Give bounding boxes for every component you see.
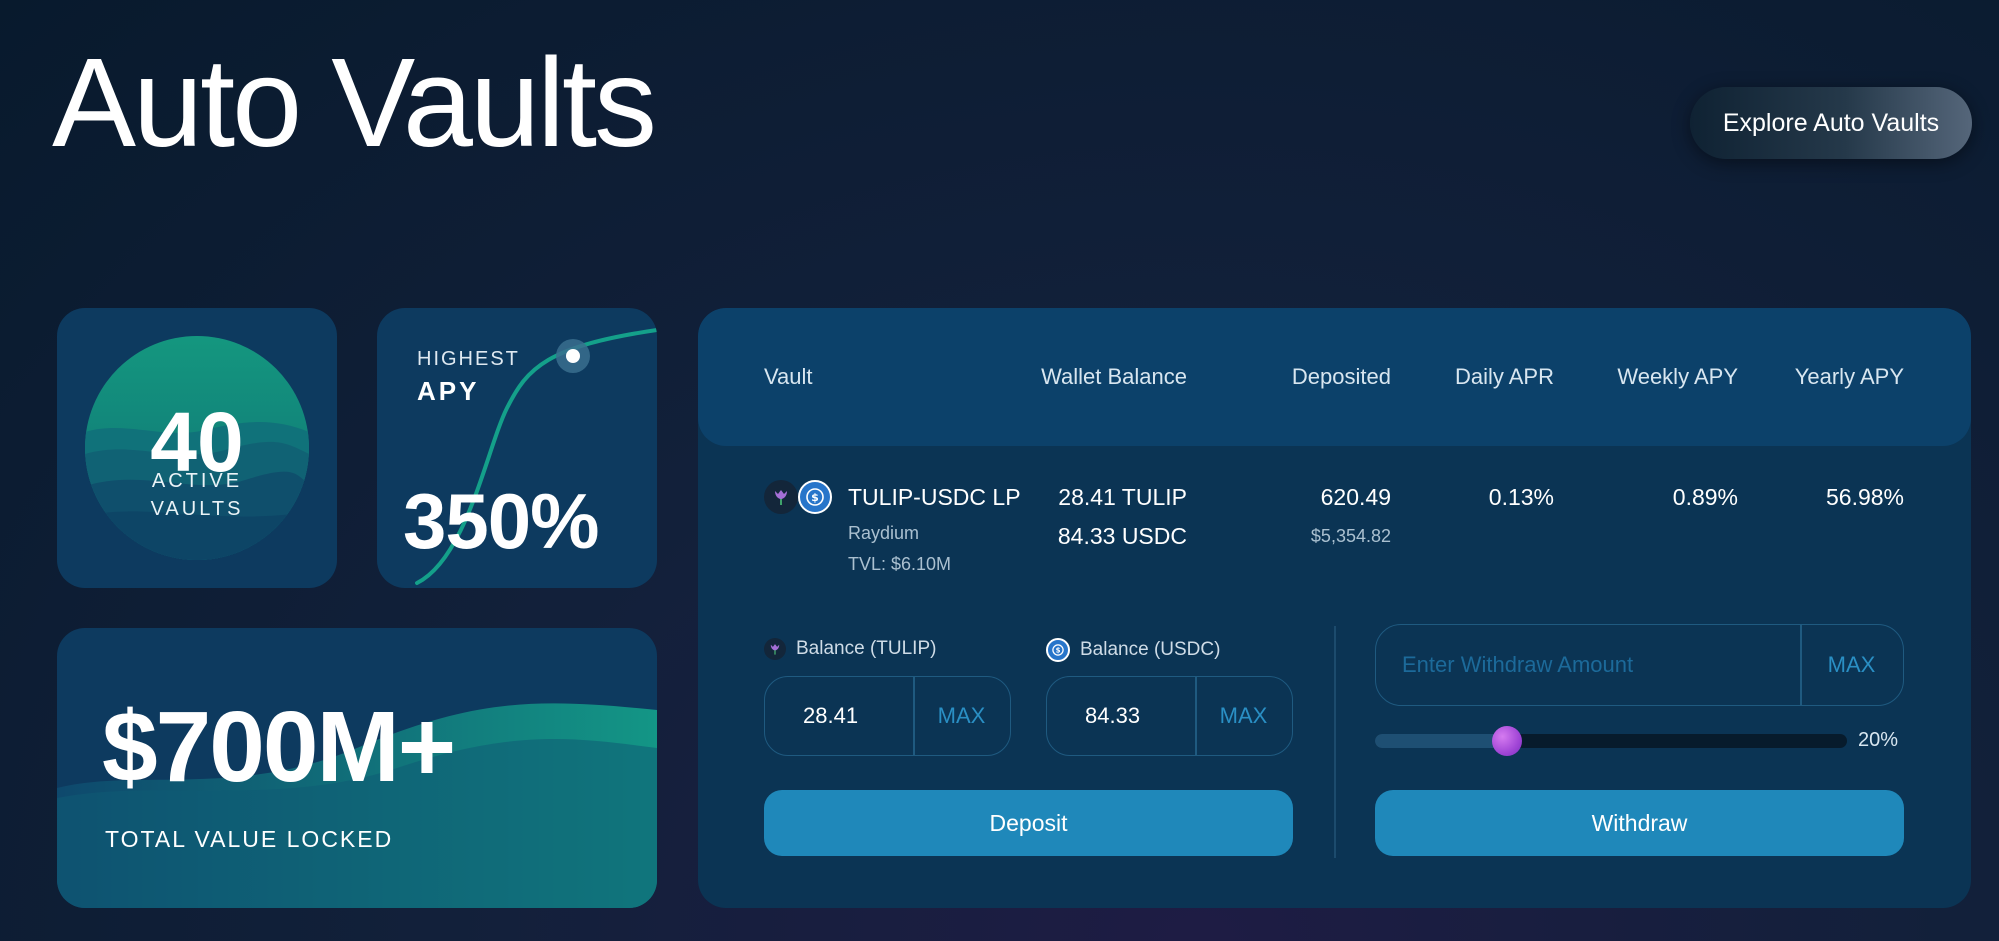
header-wallet-balance: Wallet Balance (1041, 364, 1187, 389)
deposited-value: 620.49 (1320, 484, 1391, 510)
wallet-balance-usdc: 84.33 USDC (1057, 523, 1187, 549)
weekly-apy-value: 0.89% (1672, 484, 1738, 510)
tvl-card: $700M+ TOTAL VALUE LOCKED (57, 628, 657, 908)
tulip-amount-value[interactable]: 28.41 (803, 703, 858, 729)
withdraw-amount-field[interactable]: Enter Withdraw Amount MAX (1375, 624, 1904, 706)
vault-token-icons: $ (764, 480, 838, 516)
deposit-button[interactable]: Deposit (764, 790, 1293, 856)
usdc-icon: $ (1046, 638, 1070, 662)
vault-platform: Raydium (848, 523, 920, 543)
tulip-icon (764, 638, 786, 660)
yearly-apy-value: 56.98% (1825, 484, 1904, 510)
tvl-label: TOTAL VALUE LOCKED (105, 826, 394, 852)
slider-percent: 20% (1858, 729, 1899, 751)
usdc-icon: $ (798, 480, 832, 514)
table-header: Vault Wallet Balance Deposited Daily APR… (698, 308, 1971, 446)
tulip-icon (764, 480, 798, 514)
slider-fill (1375, 734, 1508, 748)
svg-text:$: $ (811, 491, 819, 504)
header-daily-apr: Daily APR (1454, 364, 1554, 389)
apy-label: APY (417, 376, 480, 406)
withdraw-slider[interactable] (1375, 726, 1847, 756)
slider-handle[interactable] (1492, 726, 1523, 756)
tvl-value: $700M+ (102, 691, 456, 803)
vaults-circle-graphic: 40 ACTIVE VAULTS (85, 336, 309, 560)
highest-apy-card: HIGHEST APY 350% (377, 308, 657, 588)
usdc-max-button[interactable]: MAX (1195, 703, 1292, 729)
usdc-amount-field[interactable]: 84.33 MAX (1046, 676, 1293, 756)
header-yearly-apy: Yearly APY (1794, 364, 1904, 389)
header-vault: Vault (764, 364, 813, 389)
section-divider (1334, 626, 1336, 858)
header-deposited: Deposited (1291, 364, 1391, 389)
active-vaults-label-1: ACTIVE (151, 470, 243, 492)
balance-usdc-label: $ Balance (USDC) (1046, 638, 1220, 662)
tulip-max-button[interactable]: MAX (913, 703, 1010, 729)
header-weekly-apy: Weekly APY (1617, 364, 1738, 389)
withdraw-amount-input[interactable]: Enter Withdraw Amount (1402, 652, 1633, 678)
tulip-amount-field[interactable]: 28.41 MAX (764, 676, 1011, 756)
svg-text:$: $ (1056, 647, 1061, 655)
wallet-balance-tulip: 28.41 TULIP (1058, 484, 1187, 510)
usdc-amount-value[interactable]: 84.33 (1085, 703, 1140, 729)
balance-tulip-label: Balance (TULIP) (764, 638, 936, 660)
explore-auto-vaults-button[interactable]: Explore Auto Vaults (1690, 87, 1972, 159)
withdraw-max-button[interactable]: MAX (1800, 652, 1903, 678)
active-vaults-card: 40 ACTIVE VAULTS (57, 308, 337, 588)
vault-name: TULIP-USDC LP (848, 484, 1021, 510)
page-title: Auto Vaults (52, 32, 657, 173)
deposited-usd: $5,354.82 (1310, 526, 1391, 546)
vault-panel: Vault Wallet Balance Deposited Daily APR… (698, 308, 1971, 908)
vault-tvl: TVL: $6.10M (848, 554, 952, 574)
daily-apr-value: 0.13% (1488, 484, 1554, 510)
withdraw-button[interactable]: Withdraw (1375, 790, 1904, 856)
highest-apy-value: 350% (403, 477, 599, 565)
balance-usdc-text: Balance (USDC) (1080, 639, 1221, 660)
balance-tulip-text: Balance (TULIP) (796, 638, 937, 659)
highest-label: HIGHEST (417, 348, 520, 370)
active-vaults-label-2: VAULTS (150, 498, 244, 520)
